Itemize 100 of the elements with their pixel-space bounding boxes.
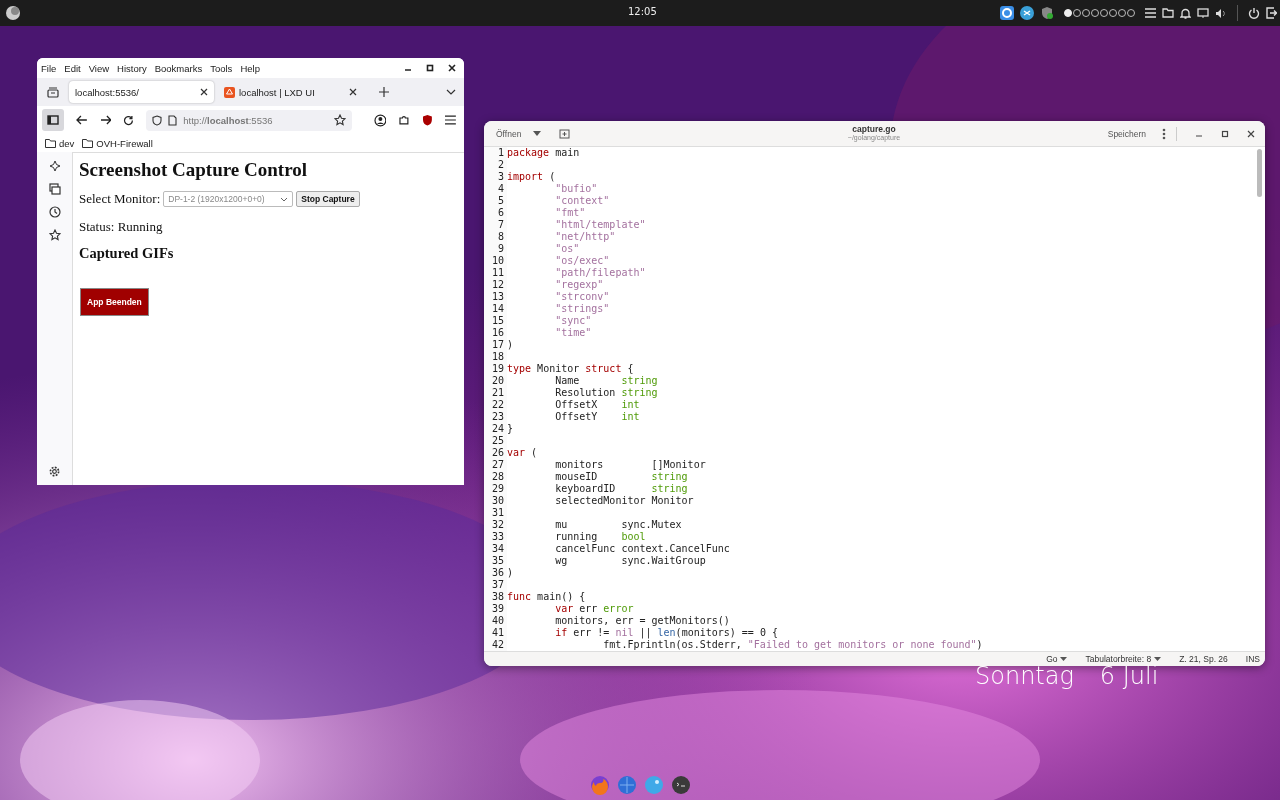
maximize-icon[interactable] xyxy=(426,64,434,72)
bookmark-folder[interactable]: dev xyxy=(45,137,75,149)
tab-width-selector[interactable]: Tabulatorbreite: 8 xyxy=(1085,654,1162,664)
line-number: 11 xyxy=(490,267,504,279)
power-icon[interactable] xyxy=(1248,7,1260,19)
code-line: mouseID string xyxy=(554,471,688,482)
line-number: 15 xyxy=(490,315,504,327)
save-button[interactable]: Speichern xyxy=(1105,128,1148,139)
line-number: 2 xyxy=(496,159,504,171)
file-name: capture.go xyxy=(852,124,896,134)
browser-tab[interactable]: localhost | LXD UI xyxy=(218,81,363,103)
settings-icon[interactable] xyxy=(49,466,60,477)
menu-item[interactable]: Help xyxy=(240,62,260,74)
new-document-icon[interactable] xyxy=(559,128,571,139)
volume-icon[interactable] xyxy=(1215,7,1227,19)
monitor-label: Select Monitor: xyxy=(79,191,161,207)
code-line: "path/filepath" xyxy=(554,267,646,278)
page-heading: Screenshot Capture Control xyxy=(79,159,308,181)
bubble-app-icon[interactable] xyxy=(644,775,664,795)
code-line: "os" xyxy=(554,243,580,254)
language-selector[interactable]: Go xyxy=(1046,654,1068,664)
browser-tab[interactable]: localhost:5536/ xyxy=(69,81,214,103)
reload-icon[interactable] xyxy=(123,114,135,126)
insert-mode: INS xyxy=(1245,654,1260,664)
tabs-icon[interactable] xyxy=(48,183,61,195)
caret-icon xyxy=(1154,657,1162,661)
close-tab-icon[interactable] xyxy=(200,88,208,96)
tab-list-icon[interactable] xyxy=(47,86,59,98)
close-tab-icon[interactable] xyxy=(349,88,357,96)
line-number: 6 xyxy=(496,207,504,219)
back-icon[interactable] xyxy=(75,115,88,125)
quit-app-button[interactable]: App Beenden xyxy=(80,288,149,316)
line-number: 1 xyxy=(496,147,504,159)
line-number: 39 xyxy=(490,603,504,615)
line-number: 4 xyxy=(496,183,504,195)
terminal-app-icon[interactable] xyxy=(671,775,691,795)
line-number: 26 xyxy=(490,447,504,459)
open-button[interactable]: Öffnen xyxy=(494,128,524,139)
new-tab-icon[interactable] xyxy=(379,87,389,97)
code-line: selectedMonitor Monitor xyxy=(554,495,694,506)
code-line: "strconv" xyxy=(554,291,610,302)
line-number: 12 xyxy=(490,279,504,291)
code-line: var err error xyxy=(554,603,634,614)
line-number: 37 xyxy=(490,579,504,591)
line-number: 19 xyxy=(490,363,504,375)
menu-item[interactable]: History xyxy=(117,62,147,74)
line-number: 28 xyxy=(490,471,504,483)
folder-icon[interactable] xyxy=(1162,8,1174,18)
display-icon[interactable] xyxy=(1197,7,1209,19)
shield-icon[interactable] xyxy=(422,114,434,126)
close-icon[interactable] xyxy=(448,64,456,72)
address-bar[interactable]: http://localhost:5536 xyxy=(146,109,352,131)
menu-item[interactable]: Bookmarks xyxy=(154,62,203,74)
code-line: running bool xyxy=(554,531,646,542)
code-line: ) xyxy=(507,339,514,350)
bell-icon[interactable] xyxy=(1180,7,1191,19)
line-number: 18 xyxy=(490,351,504,363)
code-line: monitors, err = getMonitors() xyxy=(554,615,730,626)
section-heading: Captured GIFs xyxy=(79,245,175,262)
code-line: "regexp" xyxy=(554,279,604,290)
more-options-icon[interactable] xyxy=(1162,127,1166,140)
code-line: func main() { xyxy=(507,591,586,602)
maximize-icon[interactable] xyxy=(1221,129,1229,138)
close-icon[interactable] xyxy=(1247,129,1255,138)
menu-item[interactable]: Tools xyxy=(210,62,233,74)
line-number: 36 xyxy=(490,567,504,579)
puzzle-icon[interactable] xyxy=(398,114,411,126)
menu-item[interactable]: Edit xyxy=(64,62,81,74)
remote-app-icon[interactable] xyxy=(1020,6,1034,20)
shield-icon[interactable] xyxy=(1040,6,1054,20)
star-icon[interactable] xyxy=(48,229,61,241)
star-icon[interactable] xyxy=(333,114,346,126)
sparkle-icon[interactable] xyxy=(48,160,61,172)
bookmark-folder[interactable]: OVH-Firewall xyxy=(82,137,153,149)
history-icon[interactable] xyxy=(48,206,61,218)
menu-item[interactable]: View xyxy=(88,62,110,74)
folder-icon xyxy=(45,138,56,148)
line-number: 25 xyxy=(490,435,504,447)
stop-capture-button[interactable]: Stop Capture xyxy=(296,191,360,207)
menu-item[interactable]: File xyxy=(41,62,57,74)
code-line: "time" xyxy=(554,327,592,338)
account-icon[interactable] xyxy=(373,113,387,127)
logout-icon[interactable] xyxy=(1266,7,1277,19)
page-icon xyxy=(168,114,178,126)
cursor-position[interactable]: Z. 21, Sp. 26 xyxy=(1179,654,1228,664)
status-text: Status: Running xyxy=(79,219,164,235)
weekday-text: Sonntag xyxy=(975,662,1074,690)
line-number: 7 xyxy=(496,219,504,231)
line-number: 41 xyxy=(490,627,504,639)
monitor-dropdown[interactable]: DP-1-2 (1920x1200+0+0) xyxy=(163,191,294,207)
chevron-down-icon[interactable] xyxy=(446,89,456,95)
sync-app-icon[interactable] xyxy=(1000,6,1014,20)
code-line: var ( xyxy=(507,447,538,458)
caret-icon[interactable] xyxy=(533,131,542,136)
code-line: OffsetY int xyxy=(554,411,640,422)
menu-icon[interactable] xyxy=(445,115,457,125)
system-logo-icon[interactable] xyxy=(5,5,21,21)
sidebar-toggle-button[interactable] xyxy=(42,109,64,131)
clock[interactable]: 12:05 xyxy=(628,6,657,17)
forward-icon[interactable] xyxy=(99,115,112,125)
